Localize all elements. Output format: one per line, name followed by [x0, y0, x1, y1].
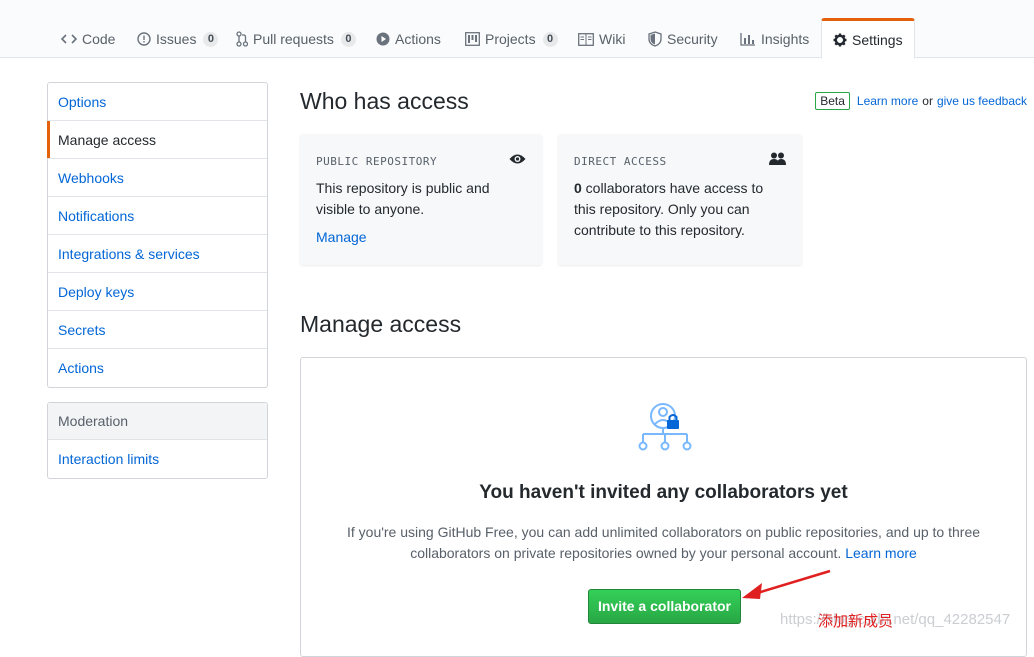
moderation-heading: Moderation	[48, 403, 267, 440]
blankslate-description: If you're using GitHub Free, you can add…	[331, 522, 996, 564]
settings-sidebar: Options Manage access Webhooks Notificat…	[47, 82, 268, 388]
page-title: Who has access	[300, 88, 469, 114]
annotation-arrow	[740, 568, 832, 605]
play-icon	[376, 32, 390, 46]
annotation-note: 添加新成员	[818, 613, 894, 630]
tab-projects-label: Projects	[485, 31, 536, 47]
tab-code[interactable]: Code	[59, 20, 117, 58]
projects-count: 0	[542, 31, 558, 47]
issues-count: 0	[203, 31, 219, 47]
beta-or-text: or	[922, 94, 933, 108]
public-repository-label: PUBLIC REPOSITORY	[316, 154, 438, 168]
tab-settings[interactable]: Settings	[821, 18, 915, 59]
public-repository-text: This repository is public and visible to…	[316, 180, 490, 217]
direct-access-text: 0 collaborators have access to this repo…	[574, 178, 786, 241]
beta-badge: Beta	[815, 92, 850, 110]
tab-issues-label: Issues	[156, 31, 197, 47]
tab-settings-label: Settings	[852, 31, 903, 48]
collaborator-count: 0	[574, 180, 582, 196]
sidebar-item-manage-access[interactable]: Manage access	[47, 121, 267, 159]
collaborator-lock-icon	[638, 402, 692, 457]
public-repository-card: PUBLIC REPOSITORY This repository is pub…	[300, 134, 542, 265]
people-icon	[769, 152, 786, 170]
tab-security[interactable]: Security	[646, 20, 720, 58]
gear-icon	[833, 33, 847, 47]
sidebar-item-secrets[interactable]: Secrets	[48, 311, 267, 349]
issue-icon	[137, 32, 151, 46]
direct-access-description: collaborators have access to this reposi…	[574, 180, 764, 238]
sidebar-item-interaction-limits[interactable]: Interaction limits	[48, 440, 267, 478]
pull-requests-count: 0	[340, 31, 356, 47]
tab-actions[interactable]: Actions	[374, 20, 443, 58]
tab-security-label: Security	[667, 31, 718, 47]
feedback-link[interactable]: give us feedback	[937, 94, 1027, 108]
code-icon	[61, 32, 77, 46]
shield-icon	[648, 31, 662, 47]
sidebar-item-integrations[interactable]: Integrations & services	[48, 235, 267, 273]
tab-actions-label: Actions	[395, 31, 441, 47]
sidebar-item-notifications[interactable]: Notifications	[48, 197, 267, 235]
sidebar-item-webhooks[interactable]: Webhooks	[48, 159, 267, 197]
graph-icon	[740, 32, 756, 46]
watermark: https://blog.csdn.net/qq_42282547	[780, 611, 1011, 628]
direct-access-label: DIRECT ACCESS	[574, 154, 667, 168]
blankslate-title: You haven't invited any collaborators ye…	[479, 482, 848, 503]
project-icon	[465, 32, 480, 46]
blankslate-learn-more-link[interactable]: Learn more	[845, 545, 917, 561]
manage-link[interactable]: Manage	[316, 229, 367, 245]
book-icon	[578, 32, 594, 46]
direct-access-card: DIRECT ACCESS 0 collaborators have acces…	[558, 134, 802, 265]
tab-issues[interactable]: Issues 0	[135, 20, 220, 58]
learn-more-link[interactable]: Learn more	[857, 94, 918, 108]
tab-insights[interactable]: Insights	[738, 20, 811, 58]
sidebar-item-deploy-keys[interactable]: Deploy keys	[48, 273, 267, 311]
invite-collaborator-button[interactable]: Invite a collaborator	[588, 589, 741, 624]
tab-insights-label: Insights	[761, 31, 810, 47]
sidebar-item-options[interactable]: Options	[48, 83, 267, 121]
sidebar-item-actions[interactable]: Actions	[48, 349, 267, 387]
tab-wiki-label: Wiki	[599, 31, 626, 47]
tab-projects[interactable]: Projects 0	[463, 20, 560, 58]
beta-notice: Beta Learn more or give us feedback	[815, 92, 1027, 110]
eye-icon	[509, 152, 526, 170]
repo-nav: Code Issues 0 Pull requests 0 Actions Pr…	[0, 0, 1034, 59]
tab-pull-requests[interactable]: Pull requests 0	[234, 20, 358, 58]
moderation-sidebar: Moderation Interaction limits	[47, 402, 268, 479]
tab-code-label: Code	[82, 31, 116, 47]
tab-pull-requests-label: Pull requests	[253, 31, 334, 47]
pull-request-icon	[236, 31, 248, 47]
tab-wiki[interactable]: Wiki	[576, 20, 627, 58]
manage-access-title: Manage access	[300, 311, 462, 337]
